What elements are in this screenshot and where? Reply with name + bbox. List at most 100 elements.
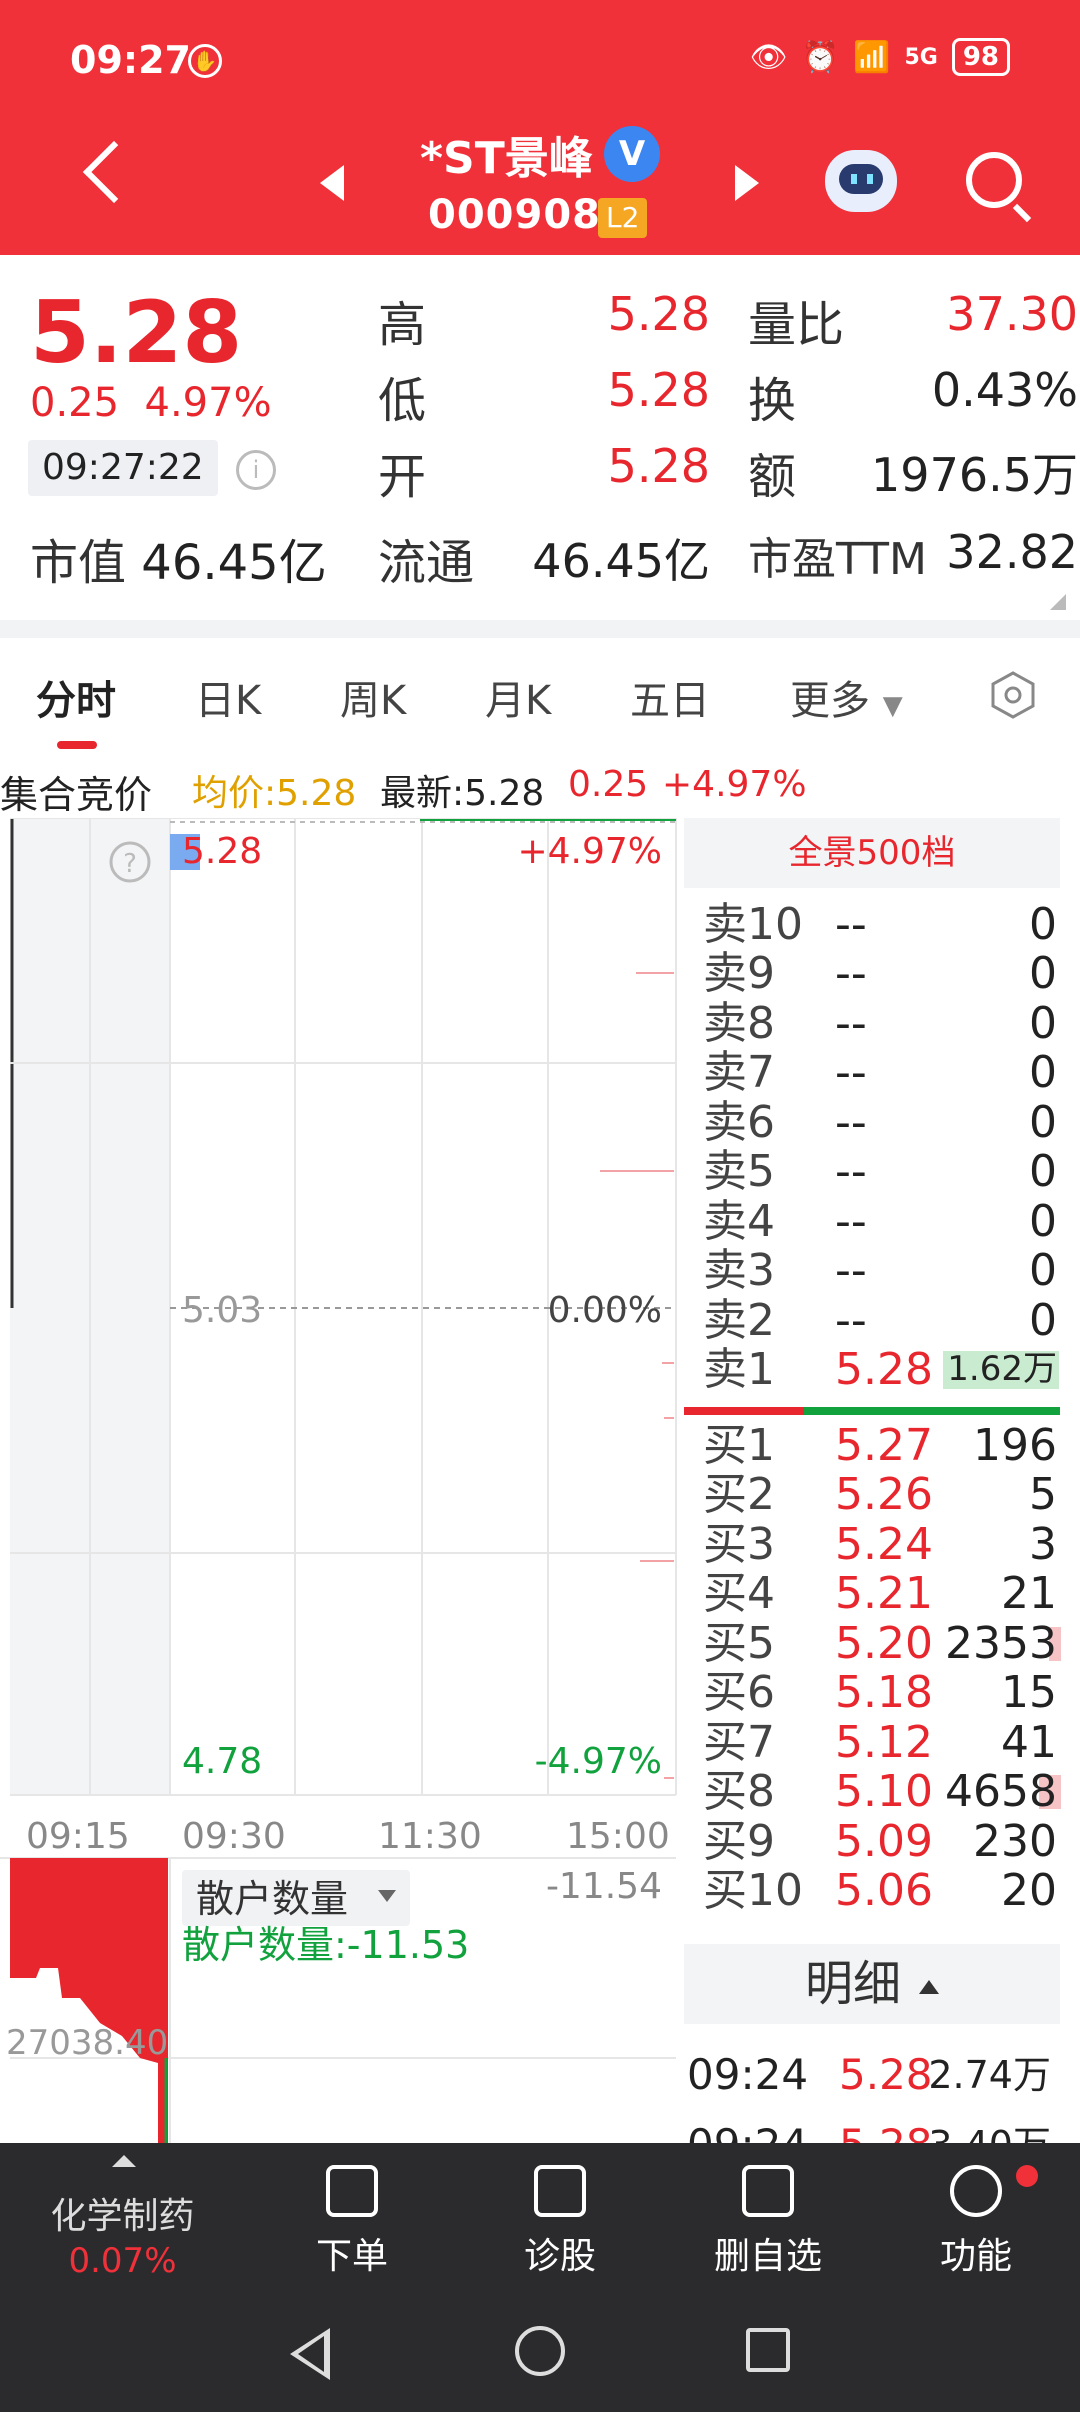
tab-five-day[interactable]: 五日 bbox=[630, 668, 710, 726]
ask-label: 卖10 bbox=[703, 899, 803, 950]
bid-volume: 5 bbox=[1029, 1469, 1057, 1520]
tab-daily-k[interactable]: 日K bbox=[195, 668, 261, 726]
wifi-icon: 📶 bbox=[853, 39, 891, 75]
ask-price: 5.28 bbox=[835, 1344, 933, 1395]
remove-watchlist-button[interactable]: 删自选 bbox=[668, 2143, 868, 2298]
sector-button[interactable]: 化学制药 0.07% bbox=[0, 2143, 245, 2298]
ask-label: 卖8 bbox=[703, 998, 775, 1049]
price-info-strip: 集合竞价 均价:5.28 最新:5.28 0.25 +4.97% bbox=[0, 760, 1080, 818]
order-button[interactable]: 下单 bbox=[252, 2143, 452, 2298]
pct-bottom-label: -4.97% bbox=[535, 1741, 662, 1782]
x-tick-1130: 11:30 bbox=[378, 1816, 482, 1857]
sector-name: 化学制药 bbox=[50, 2196, 195, 2237]
intraday-chart[interactable]: ? 5.28 +4.97% 5.03 0.00% 4.78 -4.97% 09:… bbox=[0, 818, 680, 2143]
back-icon[interactable] bbox=[82, 140, 146, 204]
prev-stock-icon[interactable] bbox=[320, 165, 344, 201]
ask-label: 卖1 bbox=[703, 1344, 775, 1395]
detail-header-label: 明细 bbox=[804, 1956, 901, 2012]
market-cap: 市值 46.45亿 bbox=[30, 523, 327, 593]
verified-icon[interactable]: V bbox=[604, 126, 660, 182]
tab-more[interactable]: 更多 ▼ bbox=[790, 668, 903, 726]
bid-ask-ratio-bar bbox=[684, 1407, 1060, 1415]
info-icon[interactable]: i bbox=[236, 450, 276, 490]
open-label: 开 bbox=[378, 449, 427, 505]
menu-circle-icon bbox=[950, 2165, 1002, 2217]
order-book-header[interactable]: 全景500档 bbox=[684, 818, 1060, 888]
stock-code: 000908 bbox=[428, 192, 601, 238]
tab-intraday[interactable]: 分时 bbox=[36, 668, 116, 726]
ask-row: 卖3 -- 0 bbox=[683, 1246, 1063, 1295]
ask-price: -- bbox=[835, 1196, 867, 1247]
bid-volume: 4658 bbox=[945, 1766, 1057, 1817]
level2-badge[interactable]: L2 bbox=[598, 198, 648, 238]
vol-ratio-value: 37.30 bbox=[946, 287, 1078, 341]
diagnose-plus-icon bbox=[534, 2165, 586, 2217]
tab-active-indicator bbox=[57, 741, 97, 749]
caret-up-icon bbox=[112, 2155, 136, 2167]
float-value: 46.45亿 bbox=[532, 534, 710, 588]
bid-volume: 230 bbox=[973, 1816, 1057, 1867]
tick-volume: 2.74万 bbox=[928, 2053, 1051, 2097]
ask-row: 卖7 -- 0 bbox=[683, 1048, 1063, 1097]
ask-price: -- bbox=[835, 1047, 867, 1098]
indicator-scale: -11.54 bbox=[546, 1866, 662, 1907]
tab-weekly-k[interactable]: 周K bbox=[340, 668, 406, 726]
chart-tabs: 分时 日K 周K 月K 五日 更多 ▼ bbox=[0, 638, 1080, 753]
ask-volume: 0 bbox=[1029, 1097, 1057, 1148]
notification-dot bbox=[1016, 2165, 1038, 2187]
expand-corner-icon[interactable] bbox=[1050, 594, 1066, 610]
chevron-down-icon: ▼ bbox=[882, 691, 903, 721]
ask-row: 卖8 -- 0 bbox=[683, 999, 1063, 1048]
search-icon[interactable] bbox=[966, 152, 1022, 208]
ask-price: -- bbox=[835, 1146, 867, 1197]
bid-volume: 21 bbox=[1001, 1568, 1057, 1619]
depth-markers bbox=[600, 972, 674, 1779]
indicator-left-value: 27038.40 bbox=[6, 2023, 168, 2063]
ask-row: 卖6 -- 0 bbox=[683, 1098, 1063, 1147]
function-button[interactable]: 功能 bbox=[876, 2143, 1076, 2298]
robot-eyes bbox=[851, 174, 873, 184]
bid-row: 买4 5.21 21 bbox=[683, 1569, 1063, 1618]
settings-hex-icon[interactable] bbox=[988, 670, 1038, 720]
bid-label: 买1 bbox=[703, 1420, 775, 1471]
latest-price: 最新:5.28 bbox=[380, 773, 545, 814]
bid-price: 5.20 bbox=[835, 1618, 933, 1669]
system-recents-icon[interactable] bbox=[746, 2328, 790, 2372]
intraday-chart-svg[interactable]: ? 5.28 +4.97% 5.03 0.00% 4.78 -4.97% 09:… bbox=[0, 818, 680, 2143]
ask-price: -- bbox=[835, 1097, 867, 1148]
quote-panel: 5.28 0.25 4.97% 09:27:22 i 高 5.28 低 5.28… bbox=[0, 255, 1080, 620]
diagnose-button[interactable]: 诊股 bbox=[460, 2143, 660, 2298]
ask-price: -- bbox=[835, 948, 867, 999]
bid-label: 买6 bbox=[703, 1667, 775, 1718]
x-tick-0930: 09:30 bbox=[182, 1816, 286, 1857]
x-tick-1500: 15:00 bbox=[566, 1816, 670, 1857]
tick-time: 09:24 bbox=[687, 2050, 809, 2099]
bid-label: 买9 bbox=[703, 1816, 775, 1867]
status-icons: 👁 ⏰ 📶 5G 98 bbox=[750, 38, 1010, 76]
ask-ratio bbox=[804, 1407, 1060, 1415]
change-amount: 0.25 bbox=[30, 380, 120, 426]
robot-assistant-icon[interactable] bbox=[825, 150, 897, 212]
next-stock-icon[interactable] bbox=[735, 165, 759, 201]
eye-icon: 👁 bbox=[749, 39, 788, 75]
turnover-value: 0.43% bbox=[931, 363, 1078, 417]
bid-volume: 41 bbox=[1001, 1717, 1057, 1768]
bid-label: 买5 bbox=[703, 1618, 775, 1669]
bid-price: 5.18 bbox=[835, 1667, 933, 1718]
bid-price: 5.09 bbox=[835, 1816, 933, 1867]
battery-icon: 98 bbox=[951, 38, 1010, 76]
system-home-icon[interactable] bbox=[515, 2326, 565, 2376]
system-back-icon[interactable] bbox=[290, 2328, 330, 2380]
ask-price: -- bbox=[835, 998, 867, 1049]
pct-mid-label: 0.00% bbox=[548, 1290, 662, 1331]
low-value: 5.28 bbox=[607, 363, 710, 417]
bid-volume: 20 bbox=[1001, 1865, 1057, 1916]
ask-volume: 0 bbox=[1029, 998, 1057, 1049]
indicator-bars bbox=[10, 1858, 168, 2143]
detail-header[interactable]: 明细 bbox=[684, 1944, 1060, 2024]
tab-monthly-k[interactable]: 月K bbox=[485, 668, 551, 726]
high-value: 5.28 bbox=[607, 287, 710, 341]
strip-change-pct: +4.97% bbox=[662, 764, 807, 805]
system-nav-bar bbox=[0, 2298, 1080, 2412]
bid-volume: 15 bbox=[1001, 1667, 1057, 1718]
